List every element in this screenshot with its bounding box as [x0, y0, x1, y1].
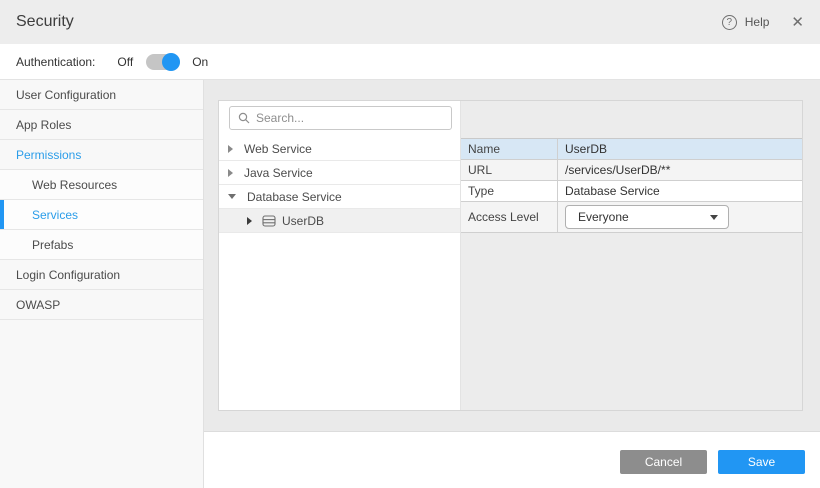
authentication-bar: Authentication: Off On — [0, 44, 820, 80]
save-button[interactable]: Save — [718, 450, 805, 474]
tree-item-label: Web Service — [244, 142, 312, 156]
sidebar-item-web-resources[interactable]: Web Resources — [0, 170, 203, 200]
toggle-knob-icon — [162, 53, 180, 71]
caret-down-icon[interactable] — [228, 194, 236, 199]
access-level-selected-value: Everyone — [578, 210, 710, 224]
caret-right-icon[interactable] — [228, 145, 233, 153]
sidebar-item-label: Web Resources — [32, 178, 117, 192]
row-label: URL — [461, 160, 558, 180]
sidebar-item-label: Services — [32, 208, 78, 222]
sidebar-item-label: Permissions — [16, 148, 81, 162]
sidebar-item-label: Prefabs — [32, 238, 73, 252]
sidebar-item-app-roles[interactable]: App Roles — [0, 110, 203, 140]
row-value: UserDB — [558, 139, 802, 159]
chevron-down-icon — [710, 215, 718, 220]
search-input[interactable] — [256, 111, 443, 125]
page-title: Security — [16, 13, 74, 31]
access-level-select[interactable]: Everyone — [565, 205, 729, 229]
sidebar-item-user-configuration[interactable]: User Configuration — [0, 80, 203, 110]
sidebar-item-services[interactable]: Services — [0, 200, 203, 230]
table-row-name: Name UserDB — [461, 139, 802, 160]
row-value: Everyone — [558, 202, 802, 232]
row-label: Type — [461, 181, 558, 201]
tree-item-userdb[interactable]: UserDB — [219, 209, 460, 233]
row-label: Name — [461, 139, 558, 159]
service-details-pane: Name UserDB URL /services/UserDB/** Type… — [461, 101, 802, 410]
sidebar-item-label: App Roles — [16, 118, 71, 132]
search-box — [229, 106, 452, 130]
cancel-button[interactable]: Cancel — [620, 450, 707, 474]
table-row-access-level: Access Level Everyone — [461, 202, 802, 233]
table-row-type: Type Database Service — [461, 181, 802, 202]
sidebar-item-label: User Configuration — [16, 88, 116, 102]
help-icon[interactable]: ? — [722, 15, 737, 30]
services-tree: Web Service Java Service Database Servic… — [219, 137, 460, 233]
security-dialog: Security ? Help ✕ Authentication: Off On… — [0, 0, 820, 488]
sidebar-item-label: OWASP — [16, 298, 60, 312]
tree-item-database-service[interactable]: Database Service — [219, 185, 460, 209]
close-icon[interactable]: ✕ — [791, 15, 804, 30]
toggle-off-label: Off — [117, 55, 133, 69]
sidebar-item-login-configuration[interactable]: Login Configuration — [0, 260, 203, 290]
sidebar-item-owasp[interactable]: OWASP — [0, 290, 203, 320]
sidebar-item-label: Login Configuration — [16, 268, 120, 282]
database-icon — [262, 215, 276, 227]
table-row-url: URL /services/UserDB/** — [461, 160, 802, 181]
tree-item-label: Java Service — [244, 166, 313, 180]
authentication-label: Authentication: — [16, 55, 95, 69]
authentication-toggle[interactable] — [146, 54, 180, 70]
help-link[interactable]: Help — [745, 15, 770, 29]
dialog-body: User Configuration App Roles Permissions… — [0, 80, 820, 488]
services-panel: Web Service Java Service Database Servic… — [218, 100, 803, 411]
services-tree-pane: Web Service Java Service Database Servic… — [219, 101, 461, 410]
sidebar-item-permissions[interactable]: Permissions — [0, 140, 203, 170]
toggle-on-label: On — [192, 55, 208, 69]
header-actions: ? Help ✕ — [722, 15, 804, 30]
tree-item-java-service[interactable]: Java Service — [219, 161, 460, 185]
security-sidebar: User Configuration App Roles Permissions… — [0, 80, 204, 488]
service-details-table: Name UserDB URL /services/UserDB/** Type… — [461, 138, 802, 233]
services-permissions-content: Web Service Java Service Database Servic… — [204, 80, 820, 488]
caret-right-icon[interactable] — [228, 169, 233, 177]
row-label: Access Level — [461, 202, 558, 232]
row-value: /services/UserDB/** — [558, 160, 802, 180]
search-icon — [238, 112, 250, 124]
tree-item-web-service[interactable]: Web Service — [219, 137, 460, 161]
tree-item-label: UserDB — [282, 214, 324, 228]
sidebar-item-prefabs[interactable]: Prefabs — [0, 230, 203, 260]
row-value: Database Service — [558, 181, 802, 201]
dialog-footer: Cancel Save — [204, 431, 820, 488]
dialog-header: Security ? Help ✕ — [0, 0, 820, 44]
tree-item-label: Database Service — [247, 190, 342, 204]
caret-right-icon[interactable] — [247, 217, 252, 225]
